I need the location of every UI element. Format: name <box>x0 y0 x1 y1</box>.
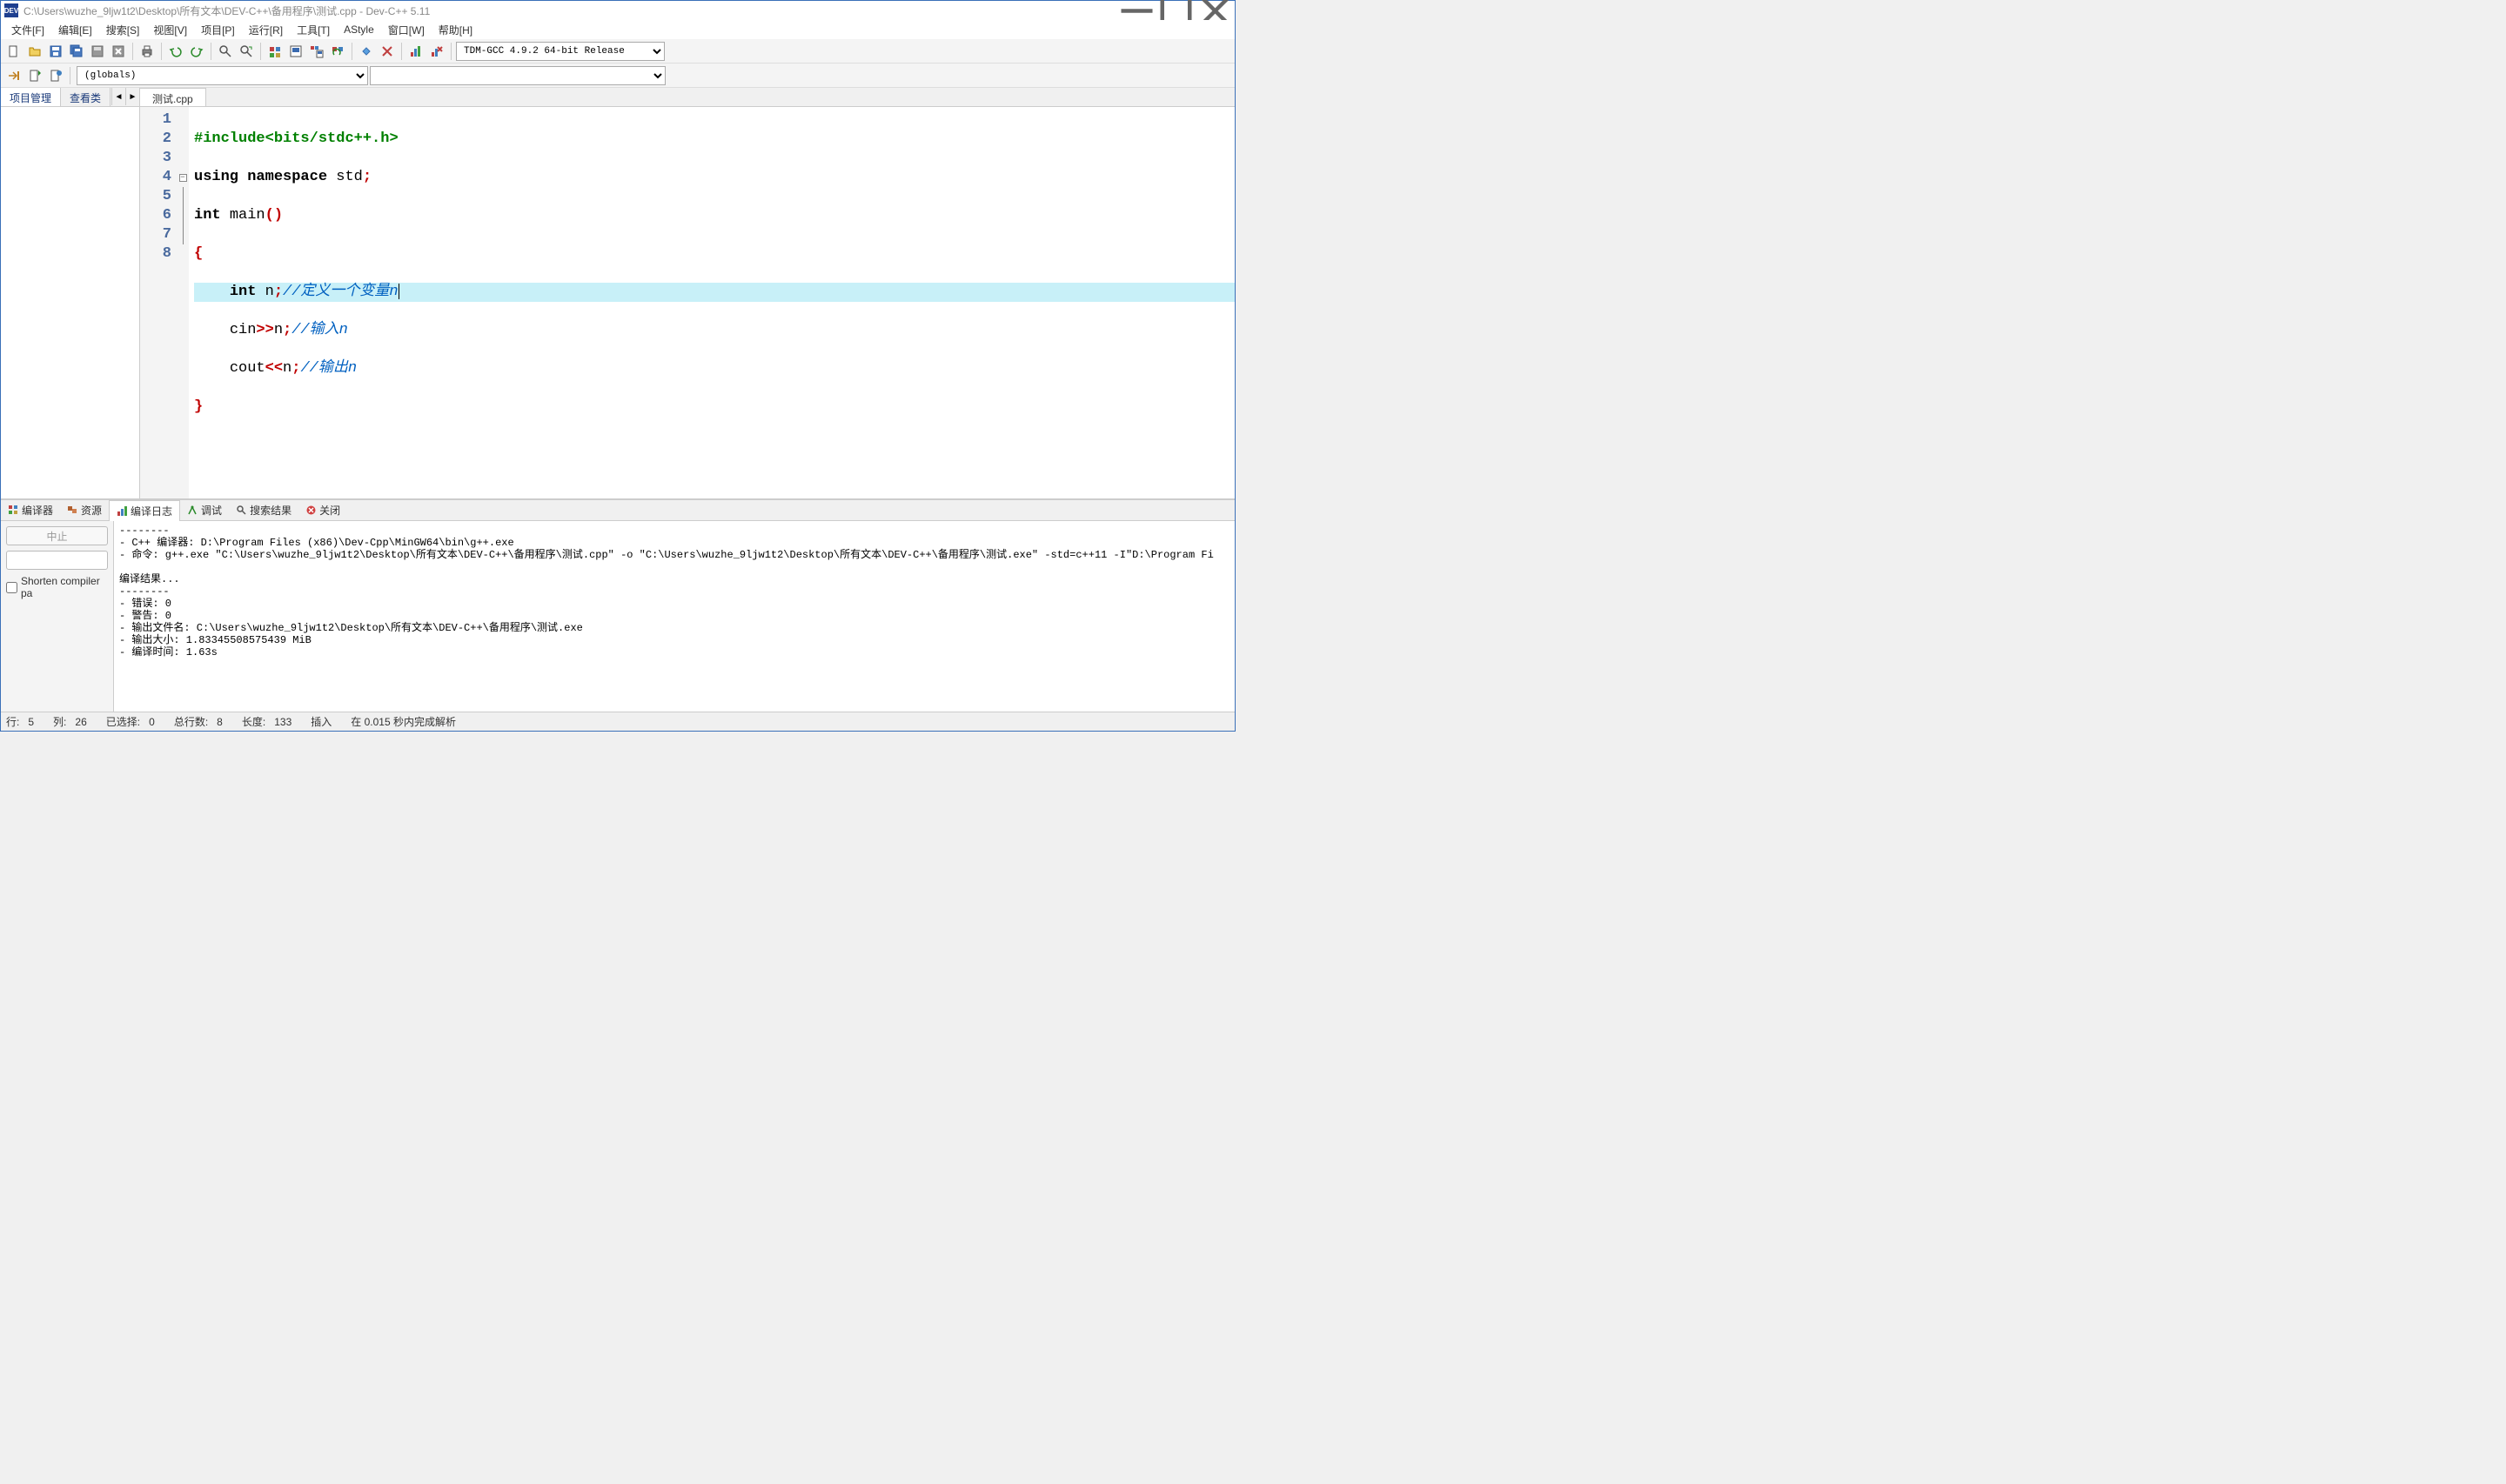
sidebar-tabs: 项目管理 查看类 ◄ ► <box>1 88 139 107</box>
menu-run[interactable]: 运行[R] <box>242 21 290 39</box>
bottom-tab-search[interactable]: 搜索结果 <box>229 500 298 520</box>
open-file-icon[interactable] <box>25 42 44 61</box>
delete-profile-icon[interactable] <box>427 42 446 61</box>
fold-toggle-icon[interactable]: − <box>179 174 187 182</box>
filter-input[interactable] <box>6 551 108 570</box>
bottom-tabs: 编译器 资源 编译日志 调试 搜索结果 关闭 <box>1 500 1235 521</box>
menu-help[interactable]: 帮助[H] <box>432 21 479 39</box>
sidebar: 项目管理 查看类 ◄ ► <box>1 88 140 498</box>
bottom-tab-compiler[interactable]: 编译器 <box>1 500 60 520</box>
undo-icon[interactable] <box>166 42 185 61</box>
sidebar-body <box>1 107 139 498</box>
status-selected: 已选择: 0 <box>106 714 155 729</box>
editor-area: 测试.cpp 12345678 − #include<bits/stdc++.h… <box>140 88 1235 498</box>
toolbar-nav: (globals) <box>1 64 1235 88</box>
status-total-lines: 总行数: 8 <box>174 714 223 729</box>
save-icon[interactable] <box>46 42 65 61</box>
print-icon[interactable] <box>137 42 157 61</box>
bottom-tab-debug[interactable]: 调试 <box>180 500 229 520</box>
sidebar-tab-next[interactable]: ► <box>125 88 139 105</box>
titlebar: DEV C:\Users\wuzhe_9ljw1t2\Desktop\所有文本\… <box>1 1 1235 20</box>
status-length: 长度: 133 <box>242 714 291 729</box>
save-all-icon[interactable] <box>67 42 86 61</box>
find-icon[interactable] <box>216 42 235 61</box>
bookmark-icon[interactable] <box>25 66 44 85</box>
code-content[interactable]: #include<bits/stdc++.h> using namespace … <box>189 107 1235 498</box>
maximize-button[interactable] <box>1156 1 1196 20</box>
stop-debug-icon[interactable] <box>378 42 397 61</box>
rebuild-icon[interactable] <box>328 42 347 61</box>
statusbar: 行: 5 列: 26 已选择: 0 总行数: 8 长度: 133 插入 在 0.… <box>1 712 1235 731</box>
goto-icon[interactable] <box>4 66 23 85</box>
menu-window[interactable]: 窗口[W] <box>381 21 432 39</box>
stop-button[interactable]: 中止 <box>6 526 108 545</box>
window-title: C:\Users\wuzhe_9ljw1t2\Desktop\所有文本\DEV-… <box>23 3 1117 18</box>
status-parse-time: 在 0.015 秒内完成解析 <box>351 714 456 729</box>
sidebar-tab-prev[interactable]: ◄ <box>111 88 125 105</box>
file-tabs: 测试.cpp <box>140 88 1235 107</box>
status-row: 行: 5 <box>6 714 34 729</box>
window: DEV C:\Users\wuzhe_9ljw1t2\Desktop\所有文本\… <box>0 0 1236 732</box>
new-file-icon[interactable] <box>4 42 23 61</box>
save-as-icon[interactable] <box>88 42 107 61</box>
minimize-button[interactable] <box>1117 1 1156 20</box>
compile-log[interactable]: -------- - C++ 编译器: D:\Program Files (x8… <box>114 521 1235 712</box>
globals-select[interactable]: (globals) <box>77 66 368 85</box>
debug-icon[interactable] <box>357 42 376 61</box>
compile-run-icon[interactable] <box>307 42 326 61</box>
close-file-icon[interactable] <box>109 42 128 61</box>
redo-icon[interactable] <box>187 42 206 61</box>
status-col: 列: 26 <box>53 714 87 729</box>
menu-view[interactable]: 视图[V] <box>146 21 194 39</box>
bottom-tab-resource[interactable]: 资源 <box>60 500 109 520</box>
menu-edit[interactable]: 编辑[E] <box>51 21 99 39</box>
app-icon: DEV <box>4 3 18 17</box>
menu-astyle[interactable]: AStyle <box>337 22 381 37</box>
compile-icon[interactable] <box>265 42 285 61</box>
shorten-checkbox[interactable] <box>6 582 17 593</box>
replace-icon[interactable] <box>237 42 256 61</box>
bottom-left-controls: 中止 Shorten compiler pa <box>1 521 114 712</box>
code-editor[interactable]: 12345678 − #include<bits/stdc++.h> using… <box>140 107 1235 498</box>
bottom-tab-log[interactable]: 编译日志 <box>109 500 180 522</box>
menu-search[interactable]: 搜索[S] <box>99 21 147 39</box>
goto-bookmark-icon[interactable] <box>46 66 65 85</box>
profile-icon[interactable] <box>406 42 425 61</box>
sidebar-tab-project[interactable]: 项目管理 <box>1 88 61 106</box>
member-select[interactable] <box>370 66 666 85</box>
bottom-tab-close[interactable]: 关闭 <box>298 500 347 520</box>
bottom-panel: 编译器 资源 编译日志 调试 搜索结果 关闭 <box>1 498 1235 712</box>
file-tab[interactable]: 测试.cpp <box>140 88 206 106</box>
main-area: 项目管理 查看类 ◄ ► 测试.cpp 12345678 − <box>1 88 1235 498</box>
fold-gutter: − <box>177 107 189 498</box>
line-gutter: 12345678 <box>140 107 177 498</box>
close-button[interactable] <box>1196 1 1235 20</box>
status-insert-mode: 插入 <box>311 714 332 729</box>
run-icon[interactable] <box>286 42 305 61</box>
menu-project[interactable]: 项目[P] <box>194 21 242 39</box>
compiler-select[interactable]: TDM-GCC 4.9.2 64-bit Release <box>456 42 665 61</box>
menubar: 文件[F] 编辑[E] 搜索[S] 视图[V] 项目[P] 运行[R] 工具[T… <box>1 20 1235 39</box>
menu-file[interactable]: 文件[F] <box>4 21 51 39</box>
toolbar-main: TDM-GCC 4.9.2 64-bit Release <box>1 39 1235 64</box>
shorten-checkbox-label[interactable]: Shorten compiler pa <box>6 575 108 599</box>
sidebar-tab-classes[interactable]: 查看类 <box>61 88 111 106</box>
menu-tools[interactable]: 工具[T] <box>290 21 337 39</box>
